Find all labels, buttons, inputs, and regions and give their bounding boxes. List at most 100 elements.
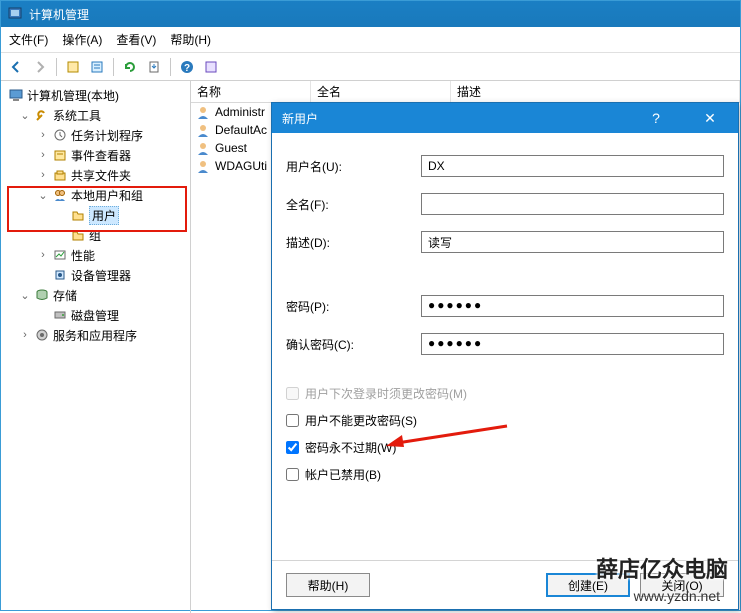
dialog-titlebar: 新用户 ? ✕ xyxy=(272,103,738,133)
toolbar: ? xyxy=(1,53,740,81)
col-fullname[interactable]: 全名 xyxy=(311,81,451,102)
expand-icon[interactable]: › xyxy=(37,129,49,141)
close-button[interactable]: 关闭(O) xyxy=(640,573,724,597)
toolbar-separator xyxy=(113,58,114,76)
list-header: 名称 全名 描述 xyxy=(191,81,740,103)
expand-icon[interactable]: › xyxy=(37,149,49,161)
user-icon xyxy=(195,104,211,120)
chk-cannot[interactable] xyxy=(286,414,299,427)
help-button[interactable]: 帮助(H) xyxy=(286,573,370,597)
window-title: 计算机管理 xyxy=(29,6,89,23)
users-icon xyxy=(52,187,68,203)
disk-icon xyxy=(52,307,68,323)
input-desc[interactable] xyxy=(421,231,724,253)
device-icon xyxy=(52,267,68,283)
dialog-footer: 帮助(H) 创建(E) 关闭(O) xyxy=(272,560,738,609)
expand-icon[interactable]: › xyxy=(19,329,31,341)
tree-label: 设备管理器 xyxy=(71,267,131,284)
tree-share[interactable]: › 共享文件夹 xyxy=(3,165,188,185)
label-password: 密码(P): xyxy=(286,298,421,315)
perf-icon xyxy=(52,247,68,263)
action-button[interactable] xyxy=(200,56,222,78)
chk-never[interactable] xyxy=(286,441,299,454)
input-username[interactable] xyxy=(421,155,724,177)
tree-devmgr[interactable]: 设备管理器 xyxy=(3,265,188,285)
chk-disabled-row[interactable]: 帐户已禁用(B) xyxy=(286,466,724,483)
chk-mustchange-label: 用户下次登录时须更改密码(M) xyxy=(305,385,467,402)
tree-label: 共享文件夹 xyxy=(71,167,131,184)
row-name: Guest xyxy=(215,141,247,155)
folder-icon xyxy=(70,227,86,243)
clock-icon xyxy=(52,127,68,143)
chk-mustchange xyxy=(286,387,299,400)
chk-cannot-row[interactable]: 用户不能更改密码(S) xyxy=(286,412,724,429)
close-icon[interactable]: ✕ xyxy=(692,107,728,129)
tree-label: 存储 xyxy=(53,287,77,304)
svg-text:?: ? xyxy=(184,63,190,74)
chk-disabled[interactable] xyxy=(286,468,299,481)
refresh-button[interactable] xyxy=(119,56,141,78)
tree-event[interactable]: › 事件查看器 xyxy=(3,145,188,165)
menu-view[interactable]: 查看(V) xyxy=(116,31,156,48)
toolbar-separator xyxy=(170,58,171,76)
chk-mustchange-row: 用户下次登录时须更改密码(M) xyxy=(286,385,724,402)
tree-label: 性能 xyxy=(71,247,95,264)
chk-never-row[interactable]: 密码永不过期(W) xyxy=(286,439,724,456)
tree-users[interactable]: 用户 xyxy=(3,205,188,225)
forward-button[interactable] xyxy=(29,56,51,78)
input-confirm[interactable] xyxy=(421,333,724,355)
tree-groups[interactable]: 组 xyxy=(3,225,188,245)
tree-disk[interactable]: 磁盘管理 xyxy=(3,305,188,325)
expand-icon[interactable]: › xyxy=(37,249,49,261)
dialog-title: 新用户 xyxy=(282,110,318,127)
row-name: Administr xyxy=(215,105,265,119)
user-icon xyxy=(195,122,211,138)
properties-button[interactable] xyxy=(86,56,108,78)
menu-action[interactable]: 操作(A) xyxy=(62,31,102,48)
help-button[interactable]: ? xyxy=(176,56,198,78)
tree-task[interactable]: › 任务计划程序 xyxy=(3,125,188,145)
tree-services[interactable]: › 服务和应用程序 xyxy=(3,325,188,345)
col-name[interactable]: 名称 xyxy=(191,81,311,102)
tree-perf[interactable]: › 性能 xyxy=(3,245,188,265)
chk-cannot-label: 用户不能更改密码(S) xyxy=(305,412,417,429)
toolbar-separator xyxy=(56,58,57,76)
menubar: 文件(F) 操作(A) 查看(V) 帮助(H) xyxy=(1,27,740,53)
collapse-icon[interactable]: ⌄ xyxy=(37,189,49,202)
help-icon[interactable]: ? xyxy=(638,107,674,129)
tree-localusers[interactable]: ⌄ 本地用户和组 xyxy=(3,185,188,205)
tree-label: 系统工具 xyxy=(53,107,101,124)
input-fullname[interactable] xyxy=(421,193,724,215)
create-button[interactable]: 创建(E) xyxy=(546,573,630,597)
row-name: DefaultAc xyxy=(215,123,267,137)
tree-storage[interactable]: ⌄ 存储 xyxy=(3,285,188,305)
tree-label: 本地用户和组 xyxy=(71,187,143,204)
computer-icon xyxy=(8,87,24,103)
nav-tree: 计算机管理(本地) ⌄ 系统工具 › 任务计划程序 › 事件查看器 › 共享文件… xyxy=(1,81,191,613)
col-desc[interactable]: 描述 xyxy=(451,81,740,102)
row-name: WDAGUti xyxy=(215,159,267,173)
input-password[interactable] xyxy=(421,295,724,317)
tree-label: 用户 xyxy=(89,206,119,225)
collapse-icon[interactable]: ⌄ xyxy=(19,289,31,302)
back-button[interactable] xyxy=(5,56,27,78)
tools-icon xyxy=(34,107,50,123)
tree-systools[interactable]: ⌄ 系统工具 xyxy=(3,105,188,125)
menu-help[interactable]: 帮助(H) xyxy=(170,31,211,48)
expand-icon[interactable]: › xyxy=(37,169,49,181)
label-fullname: 全名(F): xyxy=(286,196,421,213)
tree-label: 服务和应用程序 xyxy=(53,327,137,344)
label-desc: 描述(D): xyxy=(286,234,421,251)
tree-label: 任务计划程序 xyxy=(71,127,143,144)
tree-label: 计算机管理(本地) xyxy=(27,87,119,104)
new-user-dialog: 新用户 ? ✕ 用户名(U): 全名(F): 描述(D): 密码(P): 确认密… xyxy=(271,102,739,610)
tree-root[interactable]: 计算机管理(本地) xyxy=(3,85,188,105)
collapse-icon[interactable]: ⌄ xyxy=(19,109,31,122)
export-button[interactable] xyxy=(143,56,165,78)
dialog-body: 用户名(U): 全名(F): 描述(D): 密码(P): 确认密码(C): 用户… xyxy=(272,133,738,560)
storage-icon xyxy=(34,287,50,303)
menu-file[interactable]: 文件(F) xyxy=(9,31,48,48)
chk-never-label: 密码永不过期(W) xyxy=(305,439,396,456)
new-button[interactable] xyxy=(62,56,84,78)
user-icon xyxy=(195,140,211,156)
